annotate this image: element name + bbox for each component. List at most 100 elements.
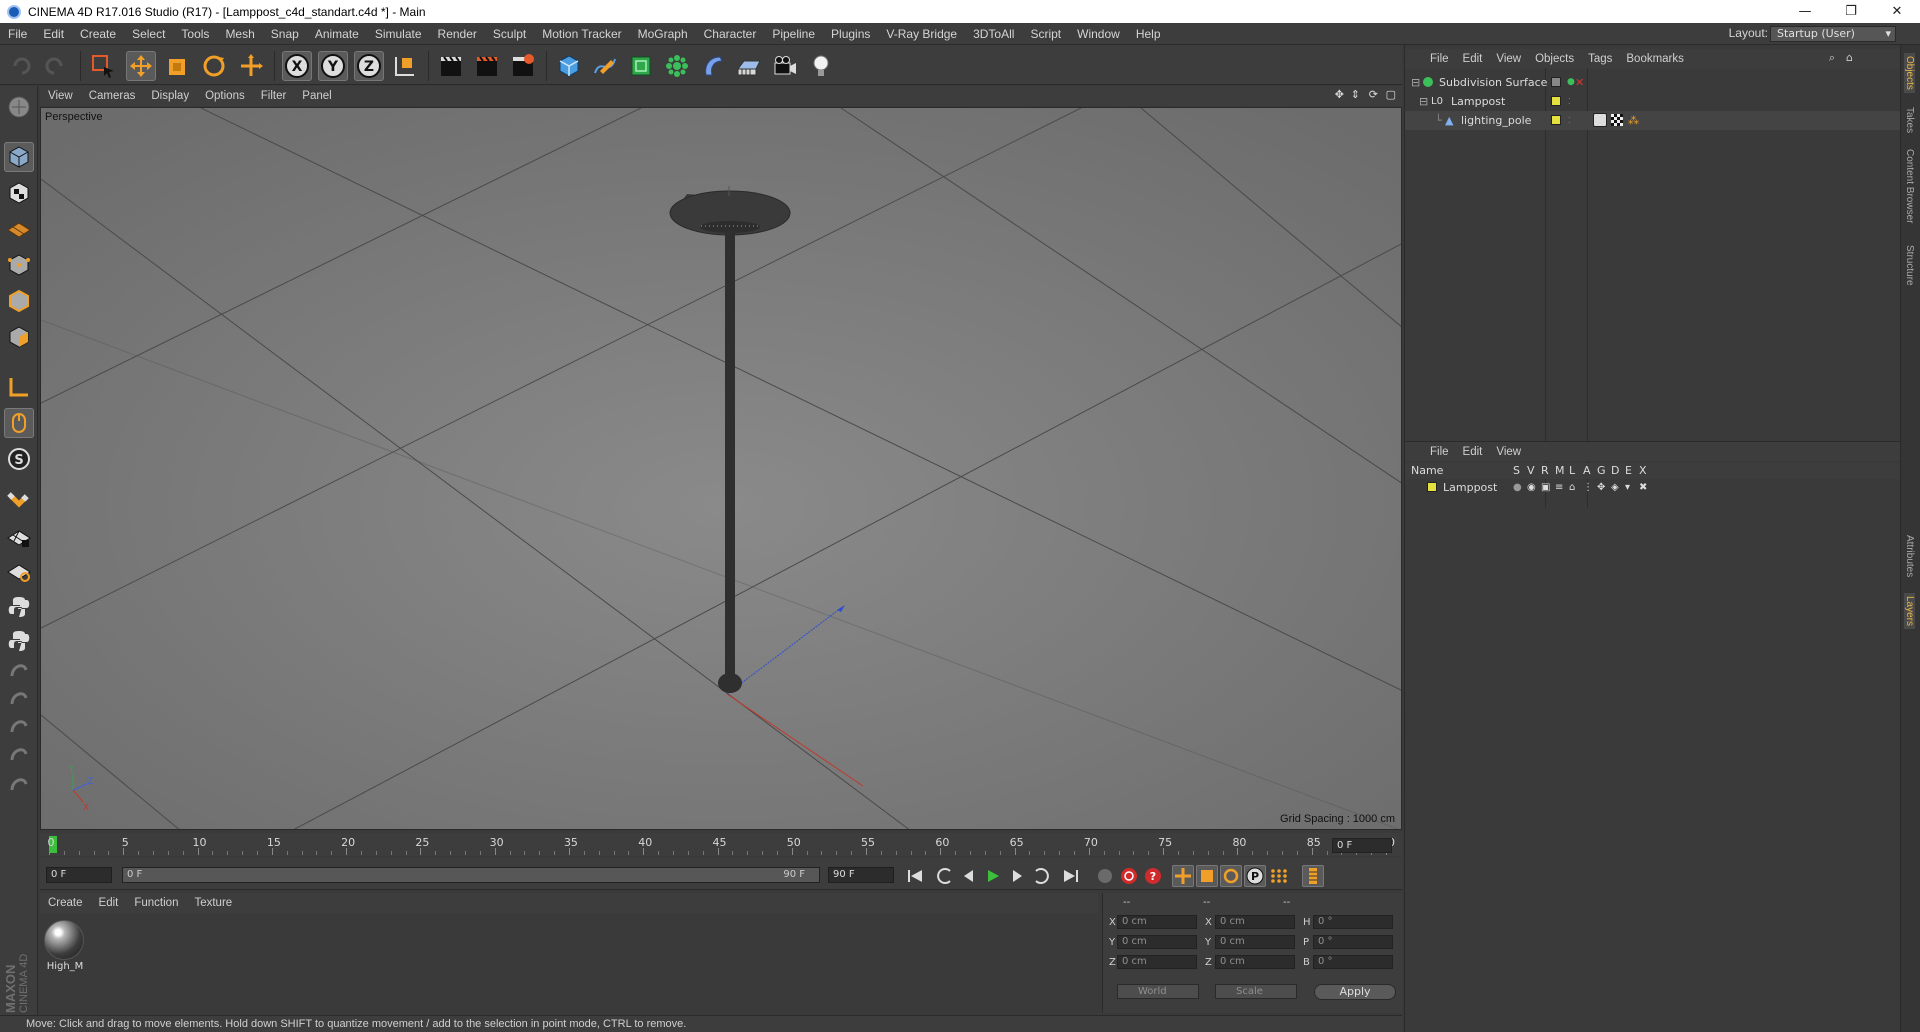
menu-help[interactable]: Help	[1128, 27, 1169, 41]
layer-color-swatch[interactable]	[1551, 96, 1561, 106]
script-tool-1-button[interactable]	[4, 654, 34, 684]
menu-character[interactable]: Character	[696, 27, 765, 41]
menu-select[interactable]: Select	[124, 27, 173, 41]
axis-mode-button[interactable]	[4, 372, 34, 402]
material-menu-texture[interactable]: Texture	[186, 897, 240, 909]
layers-menu-view[interactable]: View	[1489, 446, 1528, 458]
layers-menu-file[interactable]: File	[1423, 446, 1456, 458]
menu-window[interactable]: Window	[1069, 27, 1128, 41]
objects-menu-view[interactable]: View	[1489, 53, 1528, 65]
maximize-view-icon[interactable]: ▢	[1386, 88, 1396, 101]
tab-structure[interactable]: Structure	[1904, 245, 1915, 286]
script-tool-3-button[interactable]	[4, 710, 34, 740]
start-frame-field[interactable]: 0 F	[46, 867, 112, 883]
rotate-view-icon[interactable]: ⟳	[1369, 88, 1378, 101]
menu-vray-bridge[interactable]: V-Ray Bridge	[878, 27, 965, 41]
undo-button[interactable]	[6, 51, 36, 81]
light-object-button[interactable]	[806, 51, 836, 81]
model-mode-button[interactable]	[4, 142, 34, 172]
tab-content-browser[interactable]: Content Browser	[1904, 149, 1915, 223]
render-view-button[interactable]	[436, 51, 466, 81]
uvw-tag-icon[interactable]	[1611, 114, 1623, 126]
menu-create[interactable]: Create	[72, 27, 124, 41]
mograph-cloner-button[interactable]	[662, 51, 692, 81]
object-row-subdivision-surface[interactable]: ⊟ Subdivision Surface ● ✕	[1405, 73, 1901, 92]
rot-p-field[interactable]: 0 °	[1313, 935, 1393, 949]
visibility-dots[interactable]: ⁚	[1568, 92, 1571, 111]
go-to-start-button[interactable]	[904, 865, 926, 887]
render-settings-button[interactable]	[508, 51, 538, 81]
collapse-toggle-icon[interactable]: ⊟	[1411, 73, 1420, 92]
size-y-field[interactable]: 0 cm	[1215, 935, 1295, 949]
timeline-window-button[interactable]	[1302, 865, 1324, 887]
menu-render[interactable]: Render	[430, 27, 485, 41]
manager-toggle-icon[interactable]: ≡	[1555, 479, 1563, 496]
point-level-key-button[interactable]	[1268, 865, 1290, 887]
menu-mograph[interactable]: MoGraph	[630, 27, 696, 41]
menu-script[interactable]: Script	[1022, 27, 1069, 41]
script-tool-5-button[interactable]	[4, 768, 34, 798]
size-mode-dropdown[interactable]: Scale	[1215, 984, 1297, 999]
apply-button[interactable]: Apply	[1314, 984, 1396, 1000]
search-icon[interactable]: ⌕	[1829, 51, 1835, 65]
collapse-toggle-icon[interactable]: ⊟	[1419, 92, 1428, 111]
live-selection-button[interactable]	[88, 51, 118, 81]
objects-menu-edit[interactable]: Edit	[1456, 53, 1490, 65]
play-button[interactable]	[982, 865, 1004, 887]
layers-menu-edit[interactable]: Edit	[1456, 446, 1490, 458]
tab-attributes[interactable]: Attributes	[1904, 535, 1915, 577]
material-menu-function[interactable]: Function	[126, 897, 186, 909]
autokey-button[interactable]	[1118, 865, 1140, 887]
transform-tool-button[interactable]	[236, 51, 266, 81]
material-swatch[interactable]: High_M	[44, 920, 86, 972]
xref-toggle-icon[interactable]: ✖	[1639, 479, 1647, 496]
animation-toggle-icon[interactable]: ⋮	[1583, 479, 1593, 496]
points-mode-button[interactable]	[4, 250, 34, 280]
redo-button[interactable]	[40, 51, 70, 81]
previous-key-button[interactable]	[934, 865, 956, 887]
expression-toggle-icon[interactable]: ▾	[1625, 479, 1630, 496]
disabled-check-icon[interactable]: ✕	[1575, 73, 1584, 92]
layer-color-swatch[interactable]	[1551, 115, 1561, 125]
workplane-mode-button[interactable]	[4, 214, 34, 244]
deformer-toggle-icon[interactable]: ◈	[1611, 479, 1619, 496]
layer-color-swatch[interactable]	[1551, 77, 1561, 87]
close-button[interactable]: ✕	[1874, 0, 1920, 23]
x-axis-lock-button[interactable]: X	[282, 51, 312, 81]
timeline-ruler[interactable]: 051015202530354045505560657075808590 0 F	[40, 833, 1402, 856]
viewport-menu-panel[interactable]: Panel	[294, 90, 339, 102]
polygons-mode-button[interactable]	[4, 322, 34, 352]
zoom-view-icon[interactable]: ⇕	[1351, 88, 1360, 101]
menu-mesh[interactable]: Mesh	[217, 27, 262, 41]
eye-icon[interactable]: ◉	[1527, 479, 1536, 496]
menu-motion-tracker[interactable]: Motion Tracker	[534, 27, 629, 41]
cube-object-button[interactable]	[554, 51, 584, 81]
menu-file[interactable]: File	[0, 27, 35, 41]
menu-3dtoall[interactable]: 3DToAll	[965, 27, 1022, 41]
y-axis-lock-button[interactable]: Y	[318, 51, 348, 81]
objects-menu-file[interactable]: File	[1423, 53, 1456, 65]
menu-sculpt[interactable]: Sculpt	[485, 27, 534, 41]
texture-mode-button[interactable]	[4, 178, 34, 208]
move-tool-button[interactable]	[126, 51, 156, 81]
minimize-button[interactable]: —	[1782, 0, 1828, 23]
visibility-dots[interactable]: ⁚	[1568, 111, 1571, 130]
floor-object-button[interactable]	[734, 51, 764, 81]
script-tool-4-button[interactable]	[4, 738, 34, 768]
previous-frame-button[interactable]	[958, 865, 980, 887]
maximize-button[interactable]: ❐	[1828, 0, 1874, 23]
material-tag-icon[interactable]	[1593, 113, 1607, 127]
objects-menu-bookmarks[interactable]: Bookmarks	[1619, 53, 1691, 65]
layer-color-swatch[interactable]	[1427, 482, 1437, 492]
next-key-button[interactable]	[1030, 865, 1052, 887]
rot-h-field[interactable]: 0 °	[1313, 915, 1393, 929]
tab-objects[interactable]: Objects	[1904, 53, 1915, 93]
pos-x-field[interactable]: 0 cm	[1117, 915, 1197, 929]
size-x-field[interactable]: 0 cm	[1215, 915, 1295, 929]
scale-tool-button[interactable]	[163, 51, 193, 81]
make-editable-button[interactable]	[4, 92, 34, 122]
menu-snap[interactable]: Snap	[263, 27, 307, 41]
rotate-tool-button[interactable]	[199, 51, 229, 81]
menu-tools[interactable]: Tools	[173, 27, 217, 41]
editor-visibility-dot[interactable]: ●	[1567, 73, 1575, 92]
